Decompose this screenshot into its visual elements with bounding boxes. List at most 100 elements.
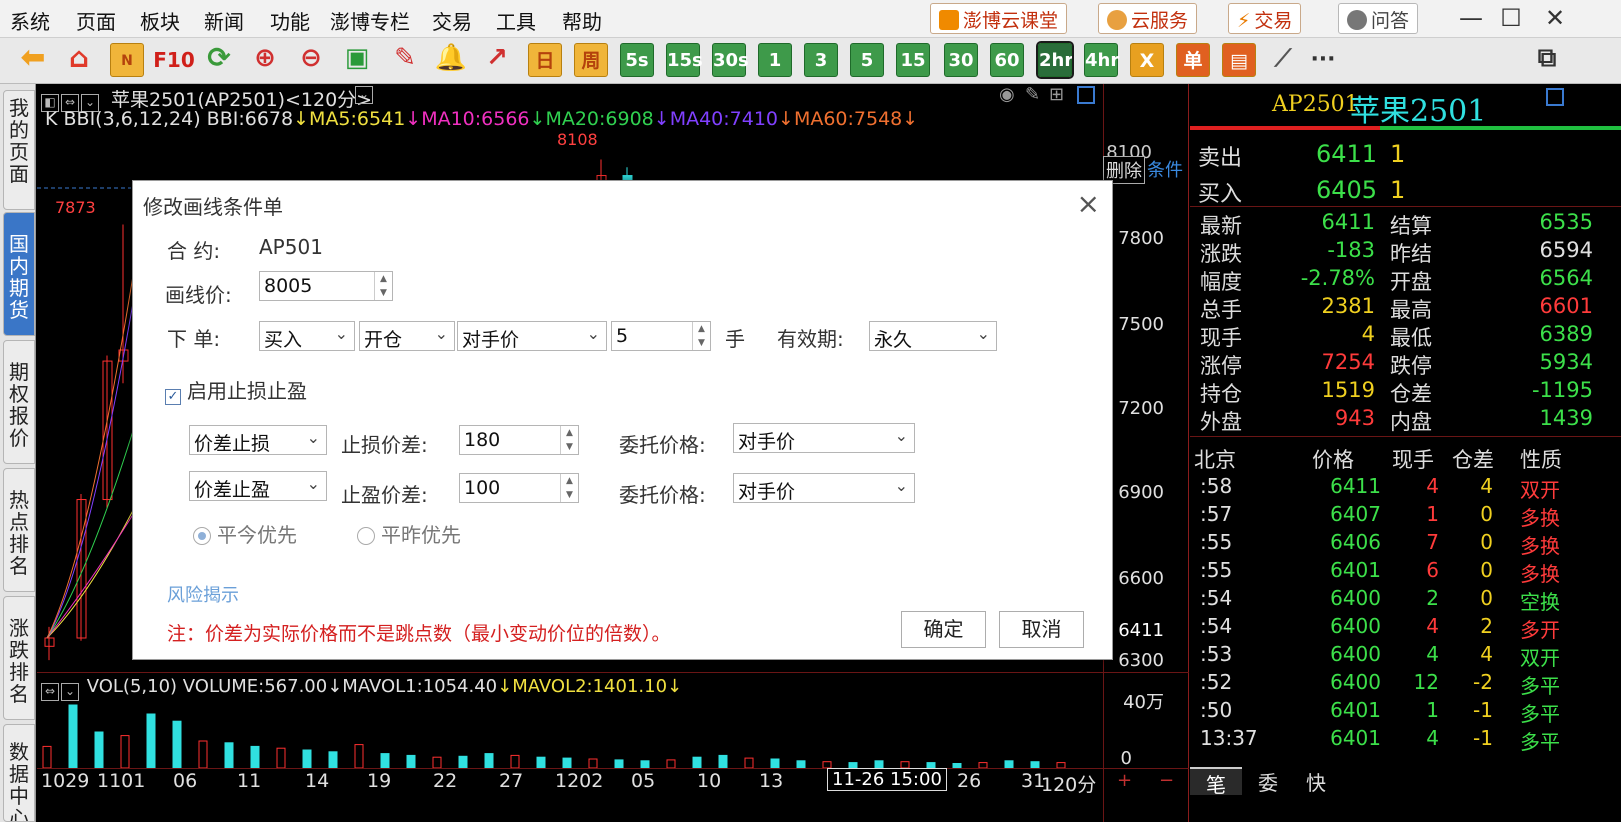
- chevron-down-icon[interactable]: ⌄: [355, 86, 373, 104]
- risk-disclosure-link[interactable]: 风险揭示: [167, 581, 239, 607]
- menu-system[interactable]: 系统: [10, 6, 50, 35]
- stop-enable-checkbox[interactable]: ✓ 启用止损止盈: [165, 375, 307, 405]
- period-3[interactable]: 3: [804, 43, 838, 77]
- take-profit-type-select[interactable]: 价差止盈 ⌄: [189, 471, 327, 501]
- sidebar-item-domestic-futures[interactable]: 国内期货: [3, 212, 35, 336]
- more-icon[interactable]: ···: [1306, 43, 1340, 77]
- chart-up-icon[interactable]: ↗: [480, 43, 514, 77]
- minimize-icon[interactable]: —: [1456, 4, 1486, 32]
- menu-news[interactable]: 新闻: [204, 6, 244, 35]
- day-button[interactable]: 日: [528, 43, 562, 77]
- board-icon[interactable]: ▤: [1222, 43, 1256, 77]
- bell-icon[interactable]: 🔔: [434, 43, 468, 77]
- period-60[interactable]: 60: [990, 43, 1024, 77]
- quantity-stepper[interactable]: ▲ ▼: [692, 322, 710, 350]
- cancel-button[interactable]: 取消: [999, 611, 1084, 648]
- home-icon[interactable]: ⌂: [62, 43, 96, 77]
- tab-orders[interactable]: 委: [1246, 767, 1290, 795]
- zoom-in-button[interactable]: +: [1117, 770, 1132, 791]
- grid-icon[interactable]: ⊞: [1049, 84, 1064, 105]
- period-label: 120分: [1041, 774, 1097, 796]
- sidebar-item-change-rank[interactable]: 涨跌排名: [3, 596, 35, 720]
- close-icon[interactable]: ✕: [1540, 4, 1570, 32]
- menu-sector[interactable]: 板块: [140, 6, 180, 35]
- period-30[interactable]: 30: [944, 43, 978, 77]
- layout-icon[interactable]: ⧉: [1530, 43, 1564, 77]
- qa-button[interactable]: 问答: [1338, 3, 1419, 34]
- zoom-in-icon[interactable]: ⊕: [248, 43, 282, 77]
- back-arrow-icon[interactable]: ⬅: [16, 43, 50, 77]
- openclose-select[interactable]: 开仓 ⌄: [359, 321, 455, 351]
- zoom-out-icon[interactable]: ⊖: [294, 43, 328, 77]
- x-tick-label: 1202: [555, 770, 604, 792]
- tab-quick[interactable]: 快: [1294, 767, 1338, 795]
- period-30s[interactable]: 30s: [712, 43, 749, 77]
- volume-bar: [562, 757, 572, 769]
- menu-function[interactable]: 功能: [270, 6, 310, 35]
- sl-entrust-select[interactable]: 对手价 ⌄: [733, 423, 915, 453]
- period-2hr[interactable]: 2hr: [1036, 41, 1074, 79]
- cloud-service-button[interactable]: 云服务: [1098, 3, 1198, 34]
- pen-icon[interactable]: ✎: [388, 43, 422, 77]
- sidebar-item-options[interactable]: 期权报价: [3, 340, 35, 464]
- week-button[interactable]: 周: [574, 43, 608, 77]
- menu-page[interactable]: 页面: [76, 6, 116, 35]
- maximize-icon[interactable]: ☐: [1496, 4, 1526, 32]
- panel-icon[interactable]: [1546, 88, 1564, 106]
- volume-bar: [94, 731, 104, 769]
- eye-icon[interactable]: ◉: [999, 84, 1015, 105]
- price-type-select[interactable]: 对手价 ⌄: [457, 321, 607, 351]
- sl-stepper[interactable]: ▲ ▼: [560, 426, 578, 454]
- period-15[interactable]: 15: [896, 43, 930, 77]
- lightning-icon: ⚡: [1237, 10, 1251, 32]
- stop-loss-input[interactable]: 180 ▲ ▼: [459, 425, 579, 455]
- panel-icon[interactable]: [1077, 86, 1095, 104]
- period-5[interactable]: 5: [850, 43, 884, 77]
- ok-button[interactable]: 确定: [901, 611, 986, 648]
- tab-ticks[interactable]: 笔: [1190, 767, 1242, 797]
- price-stepper[interactable]: ▲ ▼: [374, 272, 392, 300]
- close-icon[interactable]: ×: [1077, 187, 1100, 220]
- sidebar-item-hot-rank[interactable]: 热点排名: [3, 468, 35, 592]
- menu-help[interactable]: 帮助: [562, 6, 602, 35]
- volume-bar: [510, 754, 520, 769]
- period-15s[interactable]: 15s: [666, 43, 703, 77]
- f10-button[interactable]: F10: [152, 43, 196, 77]
- stop-loss-type-select[interactable]: 价差止损 ⌄: [189, 425, 327, 455]
- single-order-button[interactable]: 单: [1176, 43, 1210, 77]
- window-icon[interactable]: ▣: [340, 43, 374, 77]
- refresh-icon[interactable]: ⟳: [202, 43, 236, 77]
- cloud-class-button[interactable]: 澎博云课堂: [930, 3, 1068, 34]
- close-today-radio[interactable]: 平今优先: [193, 519, 297, 548]
- draw-line-icon[interactable]: ⟋: [1266, 43, 1300, 77]
- dialog-title: 修改画线条件单: [143, 195, 283, 219]
- quantity-input[interactable]: 5 ▲ ▼: [611, 321, 711, 351]
- take-profit-input[interactable]: 100 ▲ ▼: [459, 473, 579, 503]
- tick-cell: 双开: [1520, 478, 1560, 502]
- sidebar-item-my-page[interactable]: 我的页面: [3, 90, 35, 210]
- zoom-out-button[interactable]: −: [1159, 770, 1174, 791]
- x-button[interactable]: X: [1130, 43, 1164, 77]
- menu-trade[interactable]: 交易: [432, 6, 472, 35]
- period-1[interactable]: 1: [758, 43, 792, 77]
- period-4hr[interactable]: 4hr: [1084, 43, 1119, 77]
- tp-entrust-select[interactable]: 对手价 ⌄: [733, 473, 915, 503]
- news-icon[interactable]: N: [110, 43, 144, 77]
- menu-tools[interactable]: 工具: [496, 6, 536, 35]
- app-window: 系统 页面 板块 新闻 功能 澎博专栏 交易 工具 帮助 澎博云课堂 云服务 ⚡…: [0, 0, 1621, 822]
- close-yesterday-radio[interactable]: 平昨优先: [357, 519, 461, 548]
- trade-button[interactable]: ⚡ 交易: [1228, 3, 1302, 34]
- menu-column[interactable]: 澎博专栏: [330, 6, 410, 35]
- sidebar-item-data-center[interactable]: 数据中心: [3, 724, 35, 822]
- volume-bar: [718, 754, 728, 769]
- tick-cell: 6406: [1330, 530, 1381, 554]
- edit-icon[interactable]: ✎: [1025, 84, 1040, 105]
- radio-icon: [193, 527, 211, 545]
- volume-plot[interactable]: [37, 694, 1103, 770]
- line-price-input[interactable]: 8005 ▲ ▼: [259, 271, 393, 301]
- tp-stepper[interactable]: ▲ ▼: [560, 474, 578, 502]
- validity-select[interactable]: 永久 ⌄: [869, 321, 997, 351]
- tick-cell: 6407: [1330, 502, 1381, 526]
- period-5s[interactable]: 5s: [620, 43, 654, 77]
- side-select[interactable]: 买入 ⌄: [259, 321, 355, 351]
